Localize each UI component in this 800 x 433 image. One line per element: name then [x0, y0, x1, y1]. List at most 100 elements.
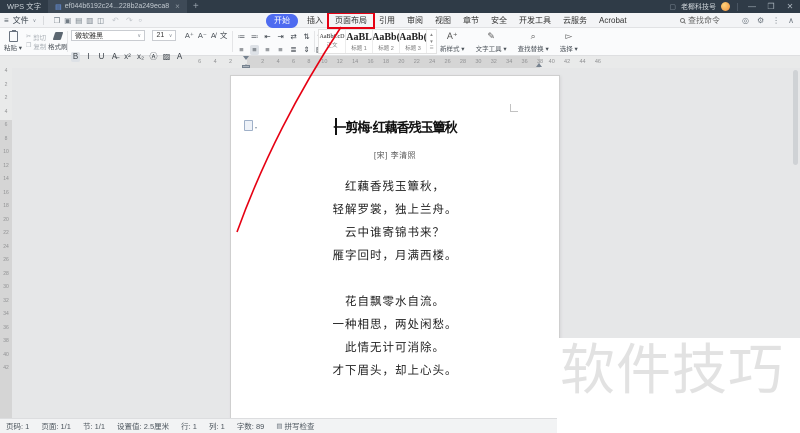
line-spacing-icon[interactable]: ⇕ [302, 45, 311, 55]
poem-line[interactable]: 一种相思，两处闲愁。 [231, 314, 559, 337]
text-tool-button[interactable]: ✎文字工具 ▾ [476, 30, 507, 53]
gallery-arrow-icon[interactable]: ▼ [429, 39, 433, 44]
bold-button[interactable]: B [71, 52, 80, 62]
ribbon-tab[interactable]: 开始 [266, 14, 298, 28]
font-color-button[interactable]: A [175, 52, 184, 62]
clear-format-icon[interactable]: A̸ [211, 31, 216, 40]
styles-gallery: AaBbCcD正文AaBL标题 1AaBb(标题 2AaBb(标题 3 ▲ ▼☰ [318, 29, 437, 54]
char-border-button[interactable]: Ⓐ [149, 52, 158, 62]
ribbon-tab[interactable]: Acrobat [593, 15, 633, 26]
message-icon[interactable]: ▢ [669, 3, 676, 11]
close-button[interactable]: ✕ [783, 0, 797, 13]
strikethrough-button[interactable]: A̶ [110, 52, 119, 62]
italic-button[interactable]: I [84, 52, 93, 62]
vertical-scrollbar[interactable] [793, 70, 798, 165]
more-icon[interactable]: ⋮ [772, 16, 780, 25]
bullets-icon[interactable]: ≔ [237, 32, 246, 42]
hamburger-icon[interactable]: ≡ [4, 16, 9, 25]
document-page[interactable]: 一剪梅·红藕香残玉簟秋 [宋] 李清照 红藕香残玉簟秋，轻解罗裳，独上兰舟。云中… [230, 75, 560, 419]
poem-line[interactable]: 花自飘零水自流。 [231, 291, 559, 314]
distribute-icon[interactable]: ≣ [289, 45, 298, 55]
restore-button[interactable]: ❐ [764, 0, 778, 13]
align-center-icon[interactable]: ≡ [250, 45, 259, 55]
copy-button[interactable]: ❐复制 [26, 41, 46, 50]
font-size-select[interactable]: 21∨ [152, 30, 176, 41]
undo-icon[interactable]: ↶ [110, 16, 120, 25]
minimize-button[interactable]: — [745, 0, 759, 13]
document-tab-label: ef044b6192c24...228b2a249eca8 [65, 3, 169, 10]
poem-line[interactable]: 此情无计可消除。 [231, 337, 559, 360]
select-button[interactable]: ▻选择 ▾ [560, 30, 578, 53]
assistant-icon[interactable]: ◎ [742, 16, 749, 25]
font-name-select[interactable]: 微软雅黑∨ [71, 30, 145, 41]
poem-line[interactable]: 轻解罗裳，独上兰舟。 [231, 199, 559, 222]
ribbon-tab[interactable]: 章节 [457, 14, 485, 27]
poem-line[interactable]: 雁字回时，月满西楼。 [231, 245, 559, 268]
format-painter-button[interactable]: 格式刷 [48, 30, 68, 51]
tab-close-icon[interactable]: × [175, 2, 180, 11]
ribbon-tab[interactable]: 云服务 [557, 14, 593, 27]
ribbon-tab[interactable]: 审阅 [401, 14, 429, 27]
style-preset[interactable]: AaBL标题 1 [346, 30, 373, 53]
char-scale-icon[interactable]: ⇄ [289, 32, 298, 42]
style-preset[interactable]: AaBb(标题 3 [400, 30, 427, 53]
superscript-button[interactable]: x² [123, 52, 132, 62]
new-style-button[interactable]: A⁺新样式 ▾ [440, 30, 465, 53]
document-tab[interactable]: ▤ ef044b6192c24...228b2a249eca8 × [48, 0, 187, 13]
style-preset[interactable]: AaBb(标题 2 [373, 30, 400, 53]
font-decrease-icon[interactable]: A⁻ [198, 31, 207, 40]
align-left-icon[interactable]: ≡ [237, 45, 246, 55]
underline-button[interactable]: U [97, 52, 106, 62]
app-logo[interactable]: WPS 文字 [0, 1, 48, 12]
save-icon[interactable]: ▣ [62, 16, 73, 25]
print-preview-icon[interactable]: ◫ [95, 16, 106, 25]
print-icon[interactable]: ▥ [84, 16, 95, 25]
open-icon[interactable]: ❐ [51, 16, 62, 25]
avatar[interactable] [721, 2, 730, 11]
poem-line[interactable] [231, 268, 559, 291]
paste-button[interactable]: 粘贴 ▾ [4, 31, 22, 52]
numbering-icon[interactable]: ≕ [250, 32, 259, 42]
poem-body: 红藕香残玉簟秋，轻解罗裳，独上兰舟。云中谁寄锦书来？雁字回时，月满西楼。花自飘零… [231, 176, 559, 383]
user-name[interactable]: 老椰科技号 [681, 2, 716, 12]
vertical-ruler[interactable]: 4224681012141618202224262830323436384042 [0, 56, 12, 418]
ribbon-tab[interactable]: 插入 [301, 14, 329, 27]
file-menu[interactable]: 文件 [13, 15, 29, 26]
collapse-ribbon-icon[interactable]: ∧ [788, 16, 794, 25]
poem-line[interactable]: 红藕香残玉簟秋， [231, 176, 559, 199]
poem-title[interactable]: 一剪梅·红藕香残玉簟秋 [231, 117, 559, 136]
menubar-separator [43, 16, 44, 25]
subscript-button[interactable]: x₂ [136, 52, 145, 62]
align-right-icon[interactable]: ≡ [263, 45, 272, 55]
outdent-icon[interactable]: ⇤ [263, 32, 272, 42]
customize-quickbar-icon[interactable]: ○ [138, 18, 142, 24]
toolbar-separator [314, 31, 315, 52]
ribbon-tab[interactable]: 开发工具 [513, 14, 557, 27]
gear-icon[interactable]: ⚙ [757, 16, 764, 25]
gallery-arrow-icon[interactable]: ☰ [429, 45, 433, 51]
font-increase-icon[interactable]: A⁺ [185, 31, 194, 40]
gallery-arrow-icon[interactable]: ▲ [429, 32, 433, 37]
indent-icon[interactable]: ⇥ [276, 32, 285, 42]
command-search[interactable]: 查找命令 [680, 15, 720, 26]
poem-byline[interactable]: [宋] 李清照 [231, 150, 559, 161]
ribbon-tab[interactable]: 视图 [429, 14, 457, 27]
redo-icon[interactable]: ↷ [124, 16, 134, 25]
poem-line[interactable]: 才下眉头，却上心头。 [231, 360, 559, 383]
spellcheck-button[interactable]: ▤ 拼写检查 [276, 421, 314, 432]
highlight-button[interactable]: ▨ [162, 52, 171, 62]
ribbon-tab[interactable]: 引用 [373, 14, 401, 27]
ribbon-tab[interactable]: 页面布局 [329, 14, 373, 27]
style-preset[interactable]: AaBbCcD正文 [319, 30, 346, 53]
find-replace-button[interactable]: ⌕查找替换 ▾ [518, 30, 549, 53]
new-tab-button[interactable]: + [187, 0, 205, 13]
poem-line[interactable]: 云中谁寄锦书来？ [231, 222, 559, 245]
right-indent-marker[interactable] [536, 60, 542, 67]
sort-icon[interactable]: ⇅ [302, 32, 311, 42]
file-menu-caret-icon[interactable]: ∨ [33, 18, 37, 24]
ribbon-tab[interactable]: 安全 [485, 14, 513, 27]
export-pdf-icon[interactable]: ▤ [73, 16, 84, 25]
left-indent-marker[interactable] [242, 65, 250, 68]
text-effect-icon[interactable]: 文 [220, 31, 228, 40]
justify-icon[interactable]: ≡ [276, 45, 285, 55]
